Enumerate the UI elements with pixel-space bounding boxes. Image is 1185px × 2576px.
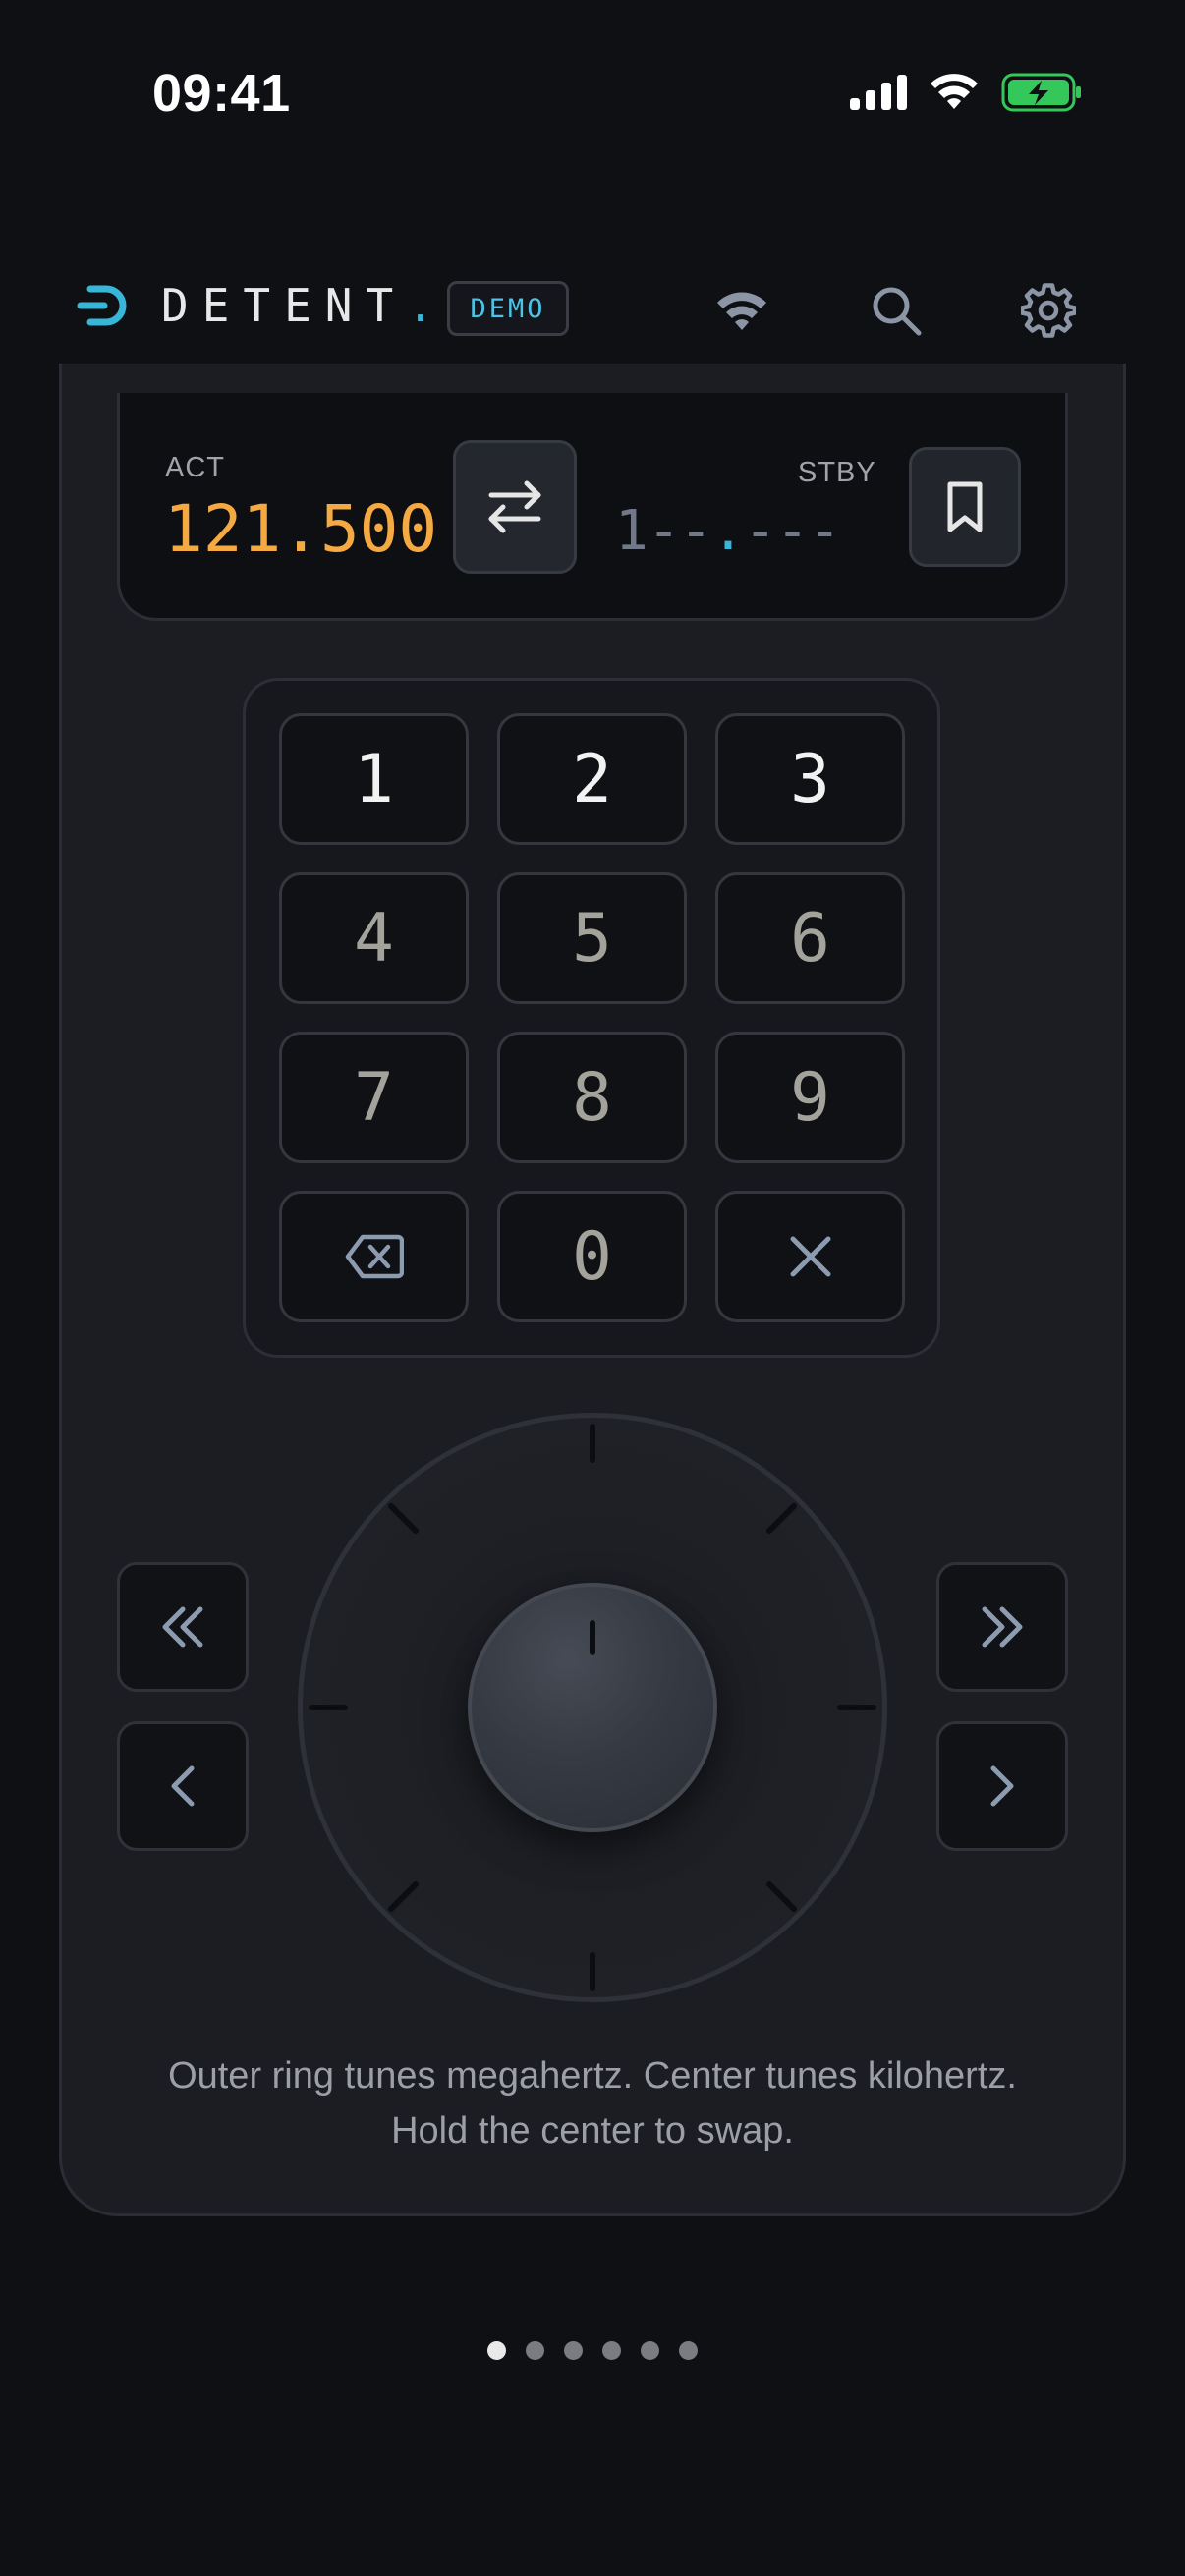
double-chevron-right-icon (982, 1606, 1023, 1648)
key-8[interactable]: 8 (497, 1032, 687, 1163)
key-6[interactable]: 6 (715, 872, 905, 1004)
chevron-left-icon (171, 1765, 195, 1807)
standby-pending-khz: --- (743, 499, 841, 563)
app-header: DETENT. DEMO (0, 255, 1185, 364)
standby-frequency-entry: 1--.--- (615, 499, 841, 563)
backspace-key[interactable] (279, 1191, 469, 1322)
active-label: ACT (165, 452, 225, 483)
key-7[interactable]: 7 (279, 1032, 469, 1163)
brand-name: DETENT. (161, 279, 434, 332)
step-forward-fast-button[interactable] (936, 1562, 1068, 1692)
help-line-2: Hold the center to swap. (391, 2110, 794, 2152)
close-icon (790, 1236, 830, 1277)
brand-text: DETENT (161, 279, 408, 332)
connection-icon[interactable] (714, 283, 769, 338)
double-chevron-left-icon (162, 1606, 203, 1648)
page-dot[interactable] (679, 2341, 698, 2360)
gear-icon[interactable] (1021, 283, 1076, 338)
status-time: 09:41 (152, 64, 291, 123)
demo-badge: DEMO (447, 281, 569, 336)
standby-pending-mhz: -- (647, 499, 712, 563)
search-icon[interactable] (869, 283, 924, 338)
status-bar: 09:41 (0, 0, 1185, 196)
key-4[interactable]: 4 (279, 872, 469, 1004)
chevron-right-icon (990, 1765, 1014, 1807)
brand-dot: . (407, 279, 434, 332)
step-back-fast-button[interactable] (117, 1562, 249, 1692)
swap-arrows-icon (488, 480, 541, 533)
signal-icon (850, 75, 907, 110)
key-2[interactable]: 2 (497, 713, 687, 845)
standby-label: STBY (798, 457, 876, 488)
bookmark-icon (947, 481, 983, 532)
page-dot[interactable] (602, 2341, 621, 2360)
key-0[interactable]: 0 (497, 1191, 687, 1322)
key-3[interactable]: 3 (715, 713, 905, 845)
swap-frequency-button[interactable] (453, 440, 577, 574)
page-dot[interactable] (526, 2341, 544, 2360)
step-forward-button[interactable] (936, 1721, 1068, 1851)
page-indicator (0, 2341, 1185, 2360)
standby-entered-digit: 1 (615, 499, 649, 563)
active-frequency: 121.500 (164, 491, 438, 567)
key-9[interactable]: 9 (715, 1032, 905, 1163)
key-5[interactable]: 5 (497, 872, 687, 1004)
bookmark-button[interactable] (909, 447, 1021, 567)
tuner-help-text: Outer ring tunes megahertz. Center tunes… (59, 2048, 1126, 2158)
backspace-icon (345, 1234, 404, 1279)
step-back-button[interactable] (117, 1721, 249, 1851)
key-1[interactable]: 1 (279, 713, 469, 845)
standby-decimal: . (711, 499, 745, 563)
status-icons (850, 73, 1082, 112)
clear-key[interactable] (715, 1191, 905, 1322)
knob-indicator (590, 1620, 595, 1655)
page-dot[interactable] (564, 2341, 583, 2360)
wifi-icon (931, 74, 978, 109)
app-logo: DETENT. (77, 279, 434, 332)
page-dot[interactable] (641, 2341, 659, 2360)
help-line-1: Outer ring tunes megahertz. Center tunes… (168, 2055, 1017, 2097)
page-dot[interactable] (487, 2341, 506, 2360)
battery-charging-icon (1001, 73, 1081, 112)
logo-mark-icon (77, 285, 127, 326)
